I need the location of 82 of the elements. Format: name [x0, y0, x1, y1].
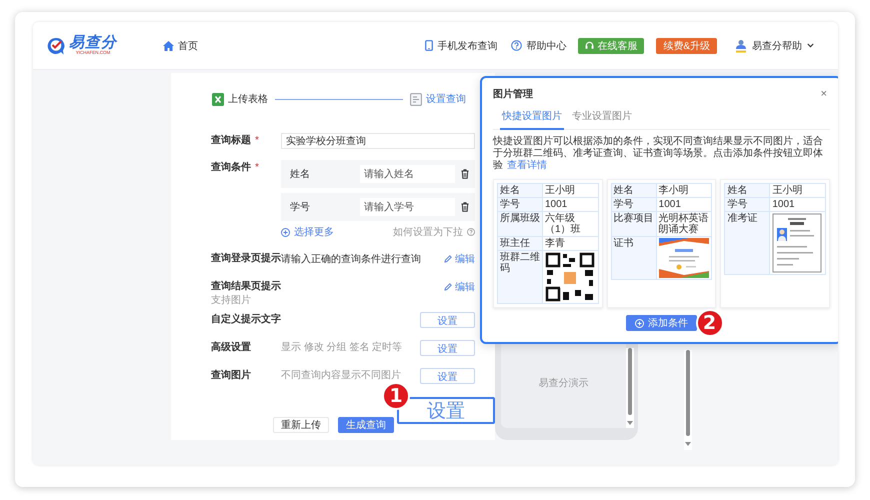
- trash-icon[interactable]: [461, 169, 469, 179]
- table-cell: 比赛项目: [611, 212, 656, 236]
- plus-circle-icon: [281, 228, 290, 236]
- help-icon: [511, 40, 522, 51]
- table-cell: 李青: [542, 236, 598, 250]
- upgrade-button[interactable]: 续费&升级: [656, 38, 717, 54]
- settings-button[interactable]: 设置: [420, 312, 475, 328]
- generate-button[interactable]: 生成查询: [338, 417, 394, 433]
- hint-text: 显示 修改 分组 签名 定时等: [281, 341, 402, 355]
- input-field[interactable]: 请输入学号: [360, 198, 455, 216]
- required-mark: *: [255, 135, 259, 146]
- input-field[interactable]: 实验学校分班查询: [281, 133, 475, 149]
- table-cell: 班主任: [498, 236, 542, 250]
- condition-name: 学号: [290, 201, 311, 214]
- table-cell: 学号: [498, 198, 542, 212]
- step-label[interactable]: 上传表格: [228, 92, 268, 106]
- pencil-icon: [444, 283, 452, 291]
- document-icon: [410, 92, 422, 106]
- spreadsheet-icon: [212, 92, 224, 106]
- edit-link[interactable]: 编辑: [444, 252, 475, 266]
- field-label: 自定义提示文字: [211, 312, 281, 327]
- edit-link[interactable]: 编辑: [444, 280, 475, 294]
- plus-circle-icon: [635, 318, 644, 328]
- hint-text: 请输入正确的查询条件进行查询: [281, 252, 421, 266]
- table-cell: 学号: [724, 198, 770, 212]
- settings-button[interactable]: 设置: [420, 340, 475, 356]
- chevron-down-icon: [807, 43, 814, 48]
- dropdown-help-link[interactable]: 如何设置为下拉: [393, 225, 475, 239]
- home-icon: [163, 40, 174, 50]
- required-mark: *: [255, 162, 259, 173]
- field-label: 查询登录页提示: [211, 252, 281, 266]
- field-note: 支持图片: [211, 295, 252, 306]
- table-cell: 1001: [542, 198, 598, 212]
- phone-icon: [425, 40, 434, 51]
- reupload-button[interactable]: 重新上传: [273, 417, 329, 433]
- field-label: 查询条件: [211, 162, 251, 173]
- help-icon: [467, 228, 475, 236]
- user-name[interactable]: 易查分帮助: [752, 38, 802, 52]
- support-button[interactable]: 在线客服: [578, 38, 644, 54]
- add-condition-button[interactable]: 添加条件: [626, 315, 697, 331]
- table-cell: 姓名: [498, 184, 542, 198]
- table-cell: 王小明: [542, 184, 598, 198]
- select-more-link[interactable]: 选择更多: [281, 225, 334, 239]
- table-cell: 姓名: [724, 184, 770, 198]
- table-cell: 1001: [770, 198, 826, 212]
- tab[interactable]: 专业设置图片: [570, 109, 634, 130]
- details-link[interactable]: 查看详情: [507, 160, 547, 171]
- close-button[interactable]: ×: [818, 88, 830, 100]
- step-number-badge: 2: [696, 309, 724, 337]
- logo-text: 易查分: [69, 35, 117, 50]
- table-cell: 准考证: [724, 212, 770, 274]
- table-cell: 李小明: [656, 184, 712, 198]
- trash-icon[interactable]: [461, 202, 469, 212]
- help-center-link[interactable]: 帮助中心: [511, 38, 566, 52]
- step-label[interactable]: 设置查询: [426, 92, 466, 106]
- headset-icon: [585, 41, 594, 50]
- condition-name: 姓名: [290, 168, 311, 181]
- description-text: 快捷设置图片可以根据添加的条件，实现不同查询结果显示不同图片，适合于分班群二维码、准考证查询、证书查询等场景。点击添加条件按钮立即体验 查看详情: [493, 136, 824, 172]
- field-label: 查询标题: [211, 135, 251, 146]
- preview-label: 易查分演示: [538, 376, 588, 390]
- tab[interactable]: 快捷设置图片: [500, 109, 564, 130]
- table-cell: 学号: [611, 198, 656, 212]
- home-link[interactable]: 首页: [163, 38, 198, 52]
- table-cell: 所属班级: [498, 212, 542, 236]
- table-cell: 王小明: [770, 184, 826, 198]
- logo-icon: [47, 36, 67, 54]
- table-cell: 1001: [656, 198, 712, 212]
- input-field[interactable]: 请输入姓名: [360, 165, 455, 183]
- table-cell: 光明杯英语朗诵大赛: [656, 212, 712, 236]
- mobile-publish-link[interactable]: 手机发布查询: [425, 38, 498, 52]
- field-label: 查询图片: [211, 368, 252, 383]
- pencil-icon: [444, 255, 452, 263]
- table-cell: 六年级（1）班: [542, 212, 598, 236]
- table-cell: 证书: [611, 236, 656, 280]
- hint-text: 不同查询内容显示不同图片: [281, 369, 401, 383]
- field-label: 高级设置: [211, 340, 252, 355]
- avatar-icon: [735, 38, 747, 52]
- table-cell: 姓名: [611, 184, 656, 198]
- field-label: 查询结果页提示: [211, 280, 281, 294]
- settings-button[interactable]: 设置: [420, 368, 475, 384]
- table-cell: 班群二维码: [498, 250, 542, 304]
- dialog-title: 图片管理: [493, 88, 533, 101]
